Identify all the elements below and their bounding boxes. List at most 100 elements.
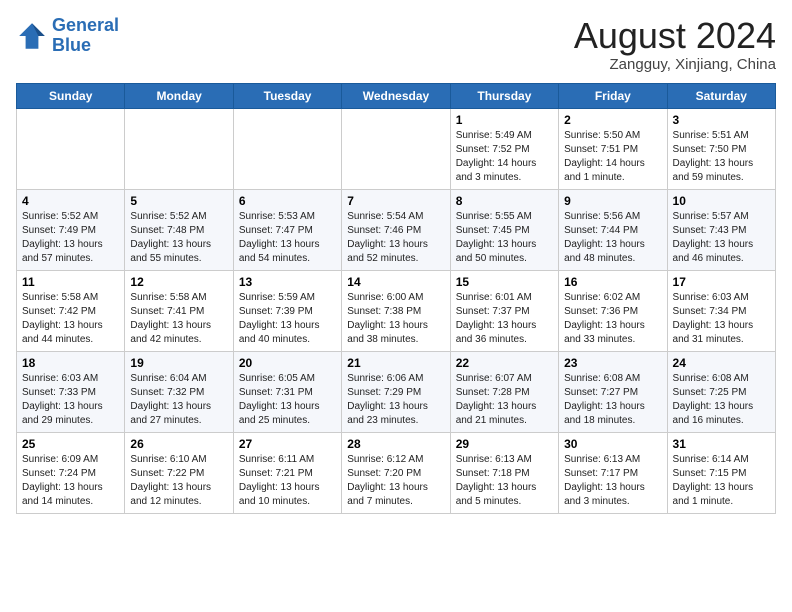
calendar-cell: 11 Sunrise: 5:58 AM Sunset: 7:42 PM Dayli… xyxy=(17,270,125,351)
day-number: 28 xyxy=(347,437,444,451)
calendar-week-row: 25 Sunrise: 6:09 AM Sunset: 7:24 PM Dayli… xyxy=(17,432,776,513)
calendar-cell: 31 Sunrise: 6:14 AM Sunset: 7:15 PM Dayli… xyxy=(667,432,775,513)
day-info: Sunrise: 6:00 AM Sunset: 7:38 PM Dayligh… xyxy=(347,291,444,347)
calendar-cell: 18 Sunrise: 6:03 AM Sunset: 7:33 PM Dayli… xyxy=(17,351,125,432)
day-number: 4 xyxy=(22,194,119,208)
calendar-table: SundayMondayTuesdayWednesdayThursdayFrid… xyxy=(16,83,776,514)
calendar-cell: 4 Sunrise: 5:52 AM Sunset: 7:49 PM Daylig… xyxy=(17,189,125,270)
day-info: Sunrise: 6:09 AM Sunset: 7:24 PM Dayligh… xyxy=(22,453,119,509)
weekday-header: Monday xyxy=(125,83,233,108)
calendar-cell: 25 Sunrise: 6:09 AM Sunset: 7:24 PM Dayli… xyxy=(17,432,125,513)
calendar-cell: 19 Sunrise: 6:04 AM Sunset: 7:32 PM Dayli… xyxy=(125,351,233,432)
day-info: Sunrise: 5:49 AM Sunset: 7:52 PM Dayligh… xyxy=(456,129,553,185)
day-info: Sunrise: 6:13 AM Sunset: 7:17 PM Dayligh… xyxy=(564,453,661,509)
day-info: Sunrise: 6:01 AM Sunset: 7:37 PM Dayligh… xyxy=(456,291,553,347)
weekday-header-row: SundayMondayTuesdayWednesdayThursdayFrid… xyxy=(17,83,776,108)
day-info: Sunrise: 6:03 AM Sunset: 7:33 PM Dayligh… xyxy=(22,372,119,428)
day-number: 3 xyxy=(673,113,770,127)
calendar-week-row: 1 Sunrise: 5:49 AM Sunset: 7:52 PM Daylig… xyxy=(17,108,776,189)
calendar-cell: 2 Sunrise: 5:50 AM Sunset: 7:51 PM Daylig… xyxy=(559,108,667,189)
day-number: 30 xyxy=(564,437,661,451)
day-number: 10 xyxy=(673,194,770,208)
day-info: Sunrise: 5:58 AM Sunset: 7:42 PM Dayligh… xyxy=(22,291,119,347)
day-info: Sunrise: 6:12 AM Sunset: 7:20 PM Dayligh… xyxy=(347,453,444,509)
logo-icon xyxy=(16,20,48,52)
calendar-week-row: 4 Sunrise: 5:52 AM Sunset: 7:49 PM Daylig… xyxy=(17,189,776,270)
day-info: Sunrise: 5:52 AM Sunset: 7:49 PM Dayligh… xyxy=(22,210,119,266)
day-number: 1 xyxy=(456,113,553,127)
day-info: Sunrise: 6:07 AM Sunset: 7:28 PM Dayligh… xyxy=(456,372,553,428)
calendar-cell: 14Sunrise: 6:00 AM Sunset: 7:38 PM Dayli… xyxy=(342,270,450,351)
logo-line1: General xyxy=(52,15,119,35)
day-info: Sunrise: 6:08 AM Sunset: 7:27 PM Dayligh… xyxy=(564,372,661,428)
day-number: 22 xyxy=(456,356,553,370)
day-number: 15 xyxy=(456,275,553,289)
day-number: 19 xyxy=(130,356,227,370)
weekday-header: Thursday xyxy=(450,83,558,108)
day-number: 9 xyxy=(564,194,661,208)
calendar-cell xyxy=(17,108,125,189)
calendar-cell: 28 Sunrise: 6:12 AM Sunset: 7:20 PM Dayli… xyxy=(342,432,450,513)
day-info: Sunrise: 6:14 AM Sunset: 7:15 PM Dayligh… xyxy=(673,453,770,509)
day-number: 24 xyxy=(673,356,770,370)
day-info: Sunrise: 5:51 AM Sunset: 7:50 PM Dayligh… xyxy=(673,129,770,185)
calendar-week-row: 11 Sunrise: 5:58 AM Sunset: 7:42 PM Dayli… xyxy=(17,270,776,351)
day-number: 25 xyxy=(22,437,119,451)
day-number: 6 xyxy=(239,194,336,208)
day-number: 26 xyxy=(130,437,227,451)
day-number: 29 xyxy=(456,437,553,451)
logo-text: General Blue xyxy=(52,16,119,56)
day-info: Sunrise: 6:10 AM Sunset: 7:22 PM Dayligh… xyxy=(130,453,227,509)
day-number: 13 xyxy=(239,275,336,289)
day-number: 11 xyxy=(22,275,119,289)
day-info: Sunrise: 5:55 AM Sunset: 7:45 PM Dayligh… xyxy=(456,210,553,266)
calendar-cell: 27 Sunrise: 6:11 AM Sunset: 7:21 PM Dayli… xyxy=(233,432,341,513)
logo-line2: Blue xyxy=(52,35,91,55)
day-number: 8 xyxy=(456,194,553,208)
calendar-cell: 21 Sunrise: 6:06 AM Sunset: 7:29 PM Dayli… xyxy=(342,351,450,432)
calendar-cell xyxy=(233,108,341,189)
day-info: Sunrise: 5:58 AM Sunset: 7:41 PM Dayligh… xyxy=(130,291,227,347)
calendar-cell: 29 Sunrise: 6:13 AM Sunset: 7:18 PM Dayli… xyxy=(450,432,558,513)
calendar-cell xyxy=(125,108,233,189)
day-number: 17 xyxy=(673,275,770,289)
day-info: Sunrise: 6:11 AM Sunset: 7:21 PM Dayligh… xyxy=(239,453,336,509)
calendar-cell: 26 Sunrise: 6:10 AM Sunset: 7:22 PM Dayli… xyxy=(125,432,233,513)
calendar-cell xyxy=(342,108,450,189)
day-number: 20 xyxy=(239,356,336,370)
day-number: 27 xyxy=(239,437,336,451)
day-info: Sunrise: 6:06 AM Sunset: 7:29 PM Dayligh… xyxy=(347,372,444,428)
calendar-cell: 17 Sunrise: 6:03 AM Sunset: 7:34 PM Dayli… xyxy=(667,270,775,351)
weekday-header: Friday xyxy=(559,83,667,108)
calendar-cell: 20Sunrise: 6:05 AM Sunset: 7:31 PM Dayli… xyxy=(233,351,341,432)
calendar-cell: 15 Sunrise: 6:01 AM Sunset: 7:37 PM Dayli… xyxy=(450,270,558,351)
calendar-cell: 30 Sunrise: 6:13 AM Sunset: 7:17 PM Dayli… xyxy=(559,432,667,513)
calendar-cell: 24 Sunrise: 6:08 AM Sunset: 7:25 PM Dayli… xyxy=(667,351,775,432)
day-number: 12 xyxy=(130,275,227,289)
calendar-cell: 3 Sunrise: 5:51 AM Sunset: 7:50 PM Daylig… xyxy=(667,108,775,189)
day-info: Sunrise: 5:54 AM Sunset: 7:46 PM Dayligh… xyxy=(347,210,444,266)
calendar-cell: 7 Sunrise: 5:54 AM Sunset: 7:46 PM Daylig… xyxy=(342,189,450,270)
day-number: 21 xyxy=(347,356,444,370)
weekday-header: Sunday xyxy=(17,83,125,108)
day-info: Sunrise: 6:13 AM Sunset: 7:18 PM Dayligh… xyxy=(456,453,553,509)
weekday-header: Wednesday xyxy=(342,83,450,108)
weekday-header: Saturday xyxy=(667,83,775,108)
day-info: Sunrise: 5:50 AM Sunset: 7:51 PM Dayligh… xyxy=(564,129,661,185)
day-info: Sunrise: 6:08 AM Sunset: 7:25 PM Dayligh… xyxy=(673,372,770,428)
calendar-cell: 22 Sunrise: 6:07 AM Sunset: 7:28 PM Dayli… xyxy=(450,351,558,432)
day-info: Sunrise: 6:03 AM Sunset: 7:34 PM Dayligh… xyxy=(673,291,770,347)
calendar-week-row: 18 Sunrise: 6:03 AM Sunset: 7:33 PM Dayli… xyxy=(17,351,776,432)
calendar-cell: 5Sunrise: 5:52 AM Sunset: 7:48 PM Daylig… xyxy=(125,189,233,270)
day-number: 18 xyxy=(22,356,119,370)
day-info: Sunrise: 6:04 AM Sunset: 7:32 PM Dayligh… xyxy=(130,372,227,428)
calendar-cell: 12 Sunrise: 5:58 AM Sunset: 7:41 PM Dayli… xyxy=(125,270,233,351)
day-number: 31 xyxy=(673,437,770,451)
calendar-cell: 8 Sunrise: 5:55 AM Sunset: 7:45 PM Daylig… xyxy=(450,189,558,270)
day-info: Sunrise: 6:02 AM Sunset: 7:36 PM Dayligh… xyxy=(564,291,661,347)
day-number: 2 xyxy=(564,113,661,127)
day-info: Sunrise: 5:52 AM Sunset: 7:48 PM Dayligh… xyxy=(130,210,227,266)
calendar-cell: 9Sunrise: 5:56 AM Sunset: 7:44 PM Daylig… xyxy=(559,189,667,270)
day-number: 7 xyxy=(347,194,444,208)
day-number: 16 xyxy=(564,275,661,289)
